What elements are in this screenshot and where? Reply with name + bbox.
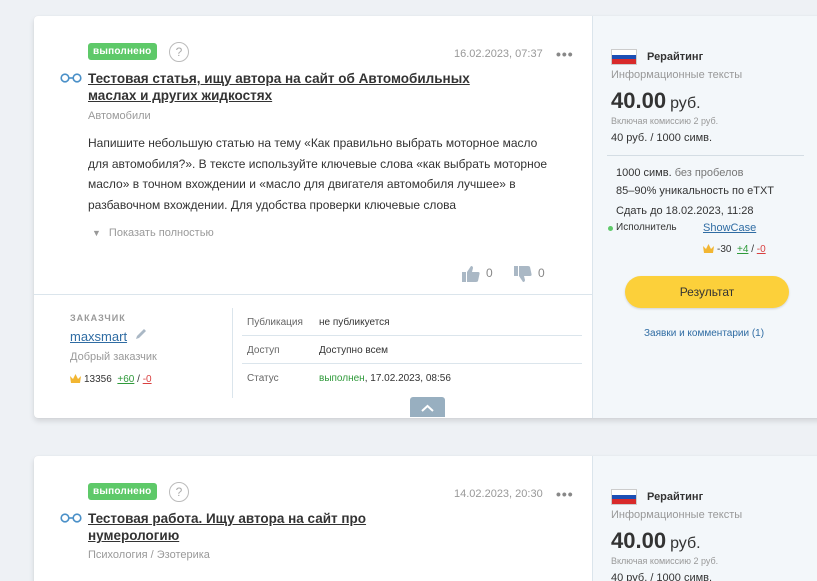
executor-name-link[interactable]: ShowCase xyxy=(703,222,756,234)
client-subtitle: Добрый заказчик xyxy=(70,351,157,363)
crown-icon xyxy=(703,244,714,253)
executor-rating-value: -30 xyxy=(717,244,732,255)
online-dot xyxy=(608,226,613,231)
info-row-publication: Публикация не публикуется xyxy=(242,308,582,336)
order-title[interactable]: Тестовая работа. Ищу автора на сайт про … xyxy=(88,510,408,544)
price-per-thousand: 40 руб. / 1000 симв. xyxy=(611,132,713,144)
client-rating-value: 13356 xyxy=(84,374,112,385)
order-price: 40.00 руб. xyxy=(611,88,701,114)
order-subtype: Информационные тексты xyxy=(611,69,743,81)
client-plus[interactable]: +60 xyxy=(117,374,134,385)
order-category: Автомобили xyxy=(88,110,151,122)
order-subtype: Информационные тексты xyxy=(611,509,743,521)
info-value: Доступно всем xyxy=(319,345,389,356)
thumbs-down-icon xyxy=(514,266,532,282)
comments-link[interactable]: Заявки и комментарии (1) xyxy=(644,328,764,339)
order-description: Напишите небольшую статью на тему «Как п… xyxy=(88,136,548,212)
order-sidebar: Рерайтинг Информационные тексты 40.00 руб… xyxy=(592,16,817,418)
info-key: Статус xyxy=(247,373,279,384)
glasses-icon xyxy=(60,513,82,523)
executor-rating: -30 +4 / -0 xyxy=(703,244,766,255)
russia-flag-icon xyxy=(611,49,637,65)
client-rating: 13356 +60 / -0 xyxy=(70,374,152,385)
crown-icon xyxy=(70,374,81,383)
deadline: Сдать до 18.02.2023, 11:28 xyxy=(616,205,754,217)
status-date: , 17.02.2023, 08:56 xyxy=(364,373,451,384)
price-value: 40.00 xyxy=(611,88,667,113)
info-value: не публикуется xyxy=(319,317,390,328)
executor-label: Исполнитель xyxy=(616,222,677,233)
like-button[interactable]: 0 xyxy=(462,266,493,282)
status-badge: выполнено xyxy=(88,43,157,60)
info-key: Публикация xyxy=(247,317,303,328)
commission-note: Включая комиссию 2 руб. xyxy=(611,116,719,126)
info-value: выполнен, 17.02.2023, 08:56 xyxy=(319,373,451,384)
order-date: 14.02.2023, 20:30 xyxy=(454,488,543,500)
glasses-icon xyxy=(60,73,82,83)
order-title[interactable]: Тестовая статья, ищу автора на сайт об А… xyxy=(88,70,488,104)
show-full-link[interactable]: ▼ Показать полностью xyxy=(92,227,214,239)
client-heading: ЗАКАЗЧИК xyxy=(70,313,126,323)
divider xyxy=(34,294,592,295)
help-icon[interactable]: ? xyxy=(169,42,189,62)
chars-value: 1000 симв. xyxy=(616,167,672,179)
executor-plus[interactable]: +4 xyxy=(737,244,748,255)
order-price: 40.00 руб. xyxy=(611,528,701,554)
thumbs-up-icon xyxy=(462,266,480,282)
info-key: Доступ xyxy=(247,345,280,356)
show-full-label: Показать полностью xyxy=(108,227,214,239)
info-row-status: Статус выполнен, 17.02.2023, 08:56 xyxy=(242,364,582,392)
result-button[interactable]: Результат xyxy=(625,276,789,308)
pencil-icon[interactable] xyxy=(134,327,148,341)
order-sidebar: Рерайтинг Информационные тексты 40.00 руб… xyxy=(592,456,817,581)
price-value: 40.00 xyxy=(611,528,667,553)
order-card: выполнено ? 16.02.2023, 07:37 ••• Тестов… xyxy=(34,16,817,418)
russia-flag-icon xyxy=(611,489,637,505)
order-main: выполнено ? 16.02.2023, 07:37 ••• Тестов… xyxy=(34,16,592,418)
order-card: выполнено ? 14.02.2023, 20:30 ••• Тестов… xyxy=(34,456,817,581)
price-per-thousand: 40 руб. / 1000 симв. xyxy=(611,572,713,581)
order-type: Рерайтинг xyxy=(647,491,704,503)
executor-minus[interactable]: -0 xyxy=(757,244,766,255)
dislike-button[interactable]: 0 xyxy=(514,266,545,282)
order-date: 16.02.2023, 07:37 xyxy=(454,48,543,60)
divider-vertical xyxy=(232,308,233,398)
status-badge: выполнено xyxy=(88,483,157,500)
dislike-count: 0 xyxy=(538,266,545,281)
client-name-link[interactable]: maxsmart xyxy=(70,329,127,344)
order-type: Рерайтинг xyxy=(647,51,704,63)
chevron-up-icon xyxy=(421,404,434,412)
client-rating-sep: / xyxy=(137,374,140,385)
chars-note: без пробелов xyxy=(674,167,744,179)
order-main: выполнено ? 14.02.2023, 20:30 ••• Тестов… xyxy=(34,456,592,581)
divider xyxy=(607,155,804,156)
client-minus[interactable]: -0 xyxy=(143,374,152,385)
commission-note: Включая комиссию 2 руб. xyxy=(611,556,719,566)
more-options-icon[interactable]: ••• xyxy=(556,486,574,502)
executor-rating-sep: / xyxy=(751,244,754,255)
price-currency: руб. xyxy=(670,535,701,552)
status-value: выполнен xyxy=(319,373,365,384)
chevron-down-icon: ▼ xyxy=(92,228,101,238)
chars-count: 1000 симв. без пробелов xyxy=(616,167,743,179)
order-category: Психология / Эзотерика xyxy=(88,549,210,561)
like-count: 0 xyxy=(486,266,493,281)
help-icon[interactable]: ? xyxy=(169,482,189,502)
price-currency: руб. xyxy=(670,95,701,112)
collapse-toggle[interactable] xyxy=(410,397,445,417)
uniqueness: 85–90% уникальность по eTXT xyxy=(616,185,775,197)
more-options-icon[interactable]: ••• xyxy=(556,46,574,62)
info-row-access: Доступ Доступно всем xyxy=(242,336,582,364)
